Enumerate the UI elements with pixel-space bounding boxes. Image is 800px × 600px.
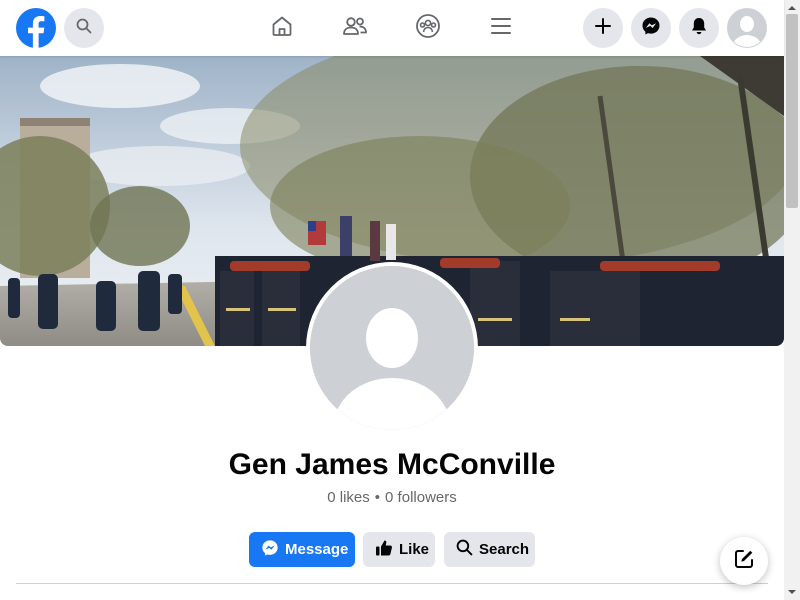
bell-icon <box>689 16 709 41</box>
nav-menu[interactable] <box>485 12 517 44</box>
stats-separator: • <box>374 489 381 506</box>
followers-count[interactable]: 0 followers <box>385 489 457 506</box>
scroll-up-arrow-icon[interactable] <box>787 3 797 13</box>
profile-search-button[interactable]: Search <box>444 532 535 567</box>
notifications-button[interactable] <box>679 8 719 48</box>
nav-home[interactable] <box>266 12 298 44</box>
menu-icon <box>489 14 513 43</box>
page-scrollbar[interactable] <box>784 0 800 600</box>
search-icon <box>456 539 473 560</box>
create-button[interactable] <box>583 8 623 48</box>
friends-icon <box>342 14 368 43</box>
message-button[interactable]: Message <box>249 532 355 567</box>
messenger-icon <box>261 539 279 561</box>
plus-icon <box>594 17 612 40</box>
thumbs-up-icon <box>375 539 393 561</box>
facebook-logo-icon[interactable] <box>16 8 56 48</box>
nav-friends[interactable] <box>339 12 371 44</box>
like-button-label: Like <box>399 541 430 558</box>
search-icon <box>76 18 92 39</box>
search-button[interactable] <box>64 8 104 48</box>
messenger-icon <box>641 16 661 41</box>
top-navigation-bar <box>0 0 784 56</box>
default-avatar-icon <box>310 266 474 430</box>
like-button[interactable]: Like <box>363 532 435 567</box>
profile-picture[interactable] <box>306 262 478 434</box>
compose-icon <box>733 548 755 575</box>
scrollbar-thumb[interactable] <box>786 14 798 208</box>
search-button-label: Search <box>479 541 530 558</box>
likes-count[interactable]: 0 likes <box>327 489 370 506</box>
account-avatar[interactable] <box>727 8 767 48</box>
messenger-button[interactable] <box>631 8 671 48</box>
new-message-button[interactable] <box>720 537 768 585</box>
section-divider <box>16 583 768 584</box>
message-button-label: Message <box>285 541 349 558</box>
scroll-down-arrow-icon[interactable] <box>787 587 797 597</box>
groups-icon <box>415 13 441 44</box>
profile-stats: 0 likes • 0 followers <box>0 488 784 508</box>
nav-groups[interactable] <box>412 12 444 44</box>
home-icon <box>270 14 294 43</box>
profile-name: Gen James McConville <box>228 448 556 481</box>
